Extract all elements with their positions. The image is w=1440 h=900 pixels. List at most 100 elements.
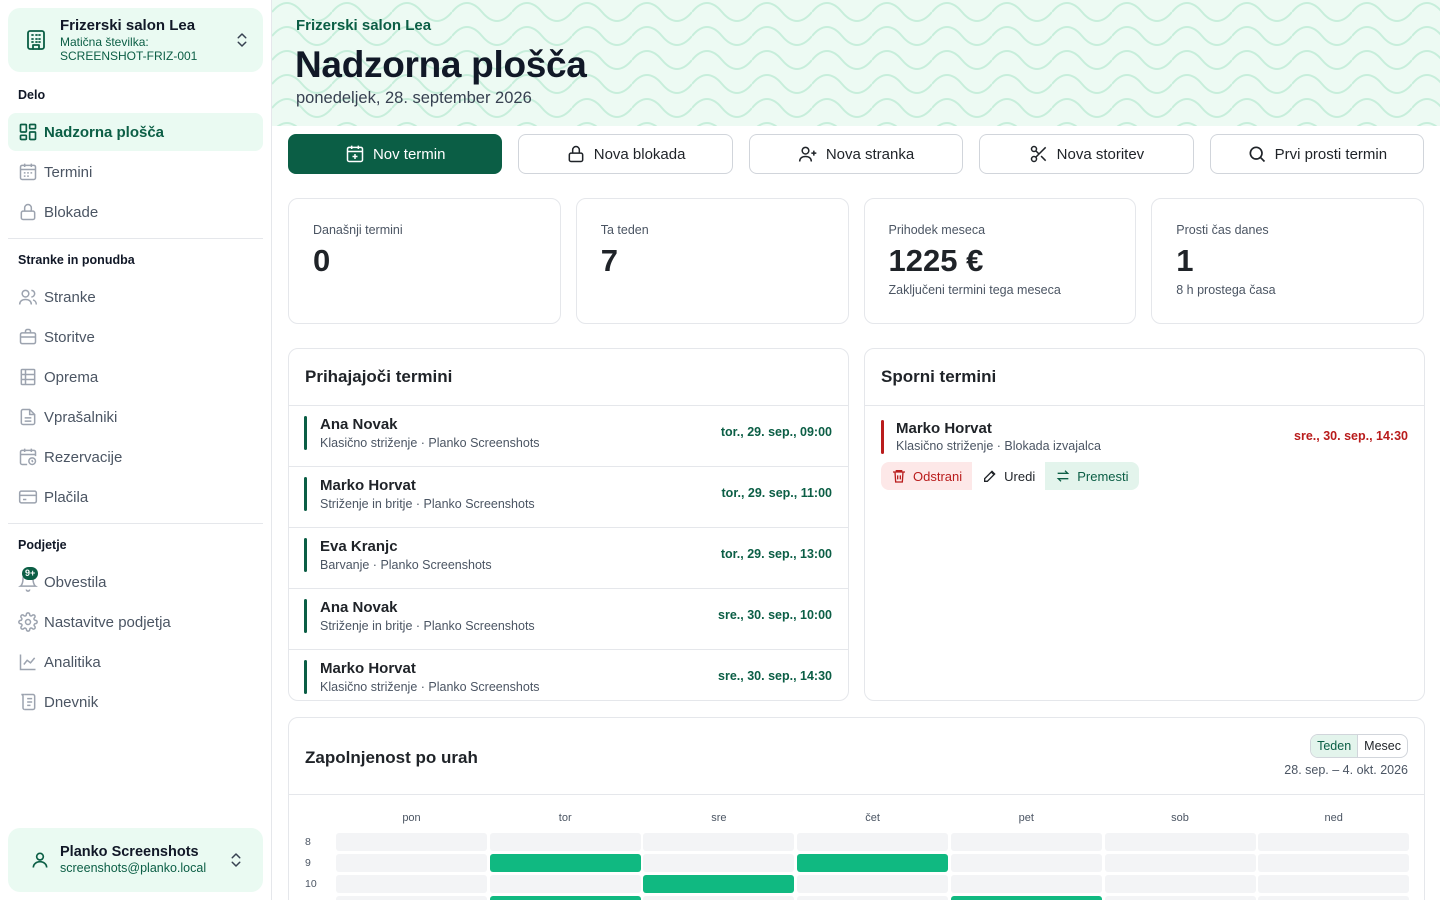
sidebar-item-payments[interactable]: Plačila — [8, 478, 263, 516]
day-label: čet — [865, 812, 880, 824]
building-icon — [27, 30, 45, 50]
toggle-week[interactable]: Teden — [1311, 735, 1358, 757]
sidebar: Frizerski salon Lea Matična številka: SC… — [0, 0, 272, 900]
calendar-plus-icon — [346, 145, 364, 163]
hour-label: 10 — [305, 878, 317, 890]
credit-card-icon — [18, 490, 38, 504]
stats-row: Današnji termini 0 Ta teden 7 Prihodek m… — [288, 198, 1424, 324]
sidebar-item-blocks[interactable]: Blokade — [8, 193, 263, 231]
heatmap-cell — [1258, 833, 1410, 851]
button-label: Nova blokada — [593, 145, 686, 163]
sidebar-item-label: Plačila — [44, 488, 89, 506]
user-menu[interactable]: Planko Screenshots screenshots@planko.lo… — [8, 828, 263, 892]
dispute-actions: Odstrani Uredi Premesti — [881, 462, 1139, 490]
calendar-icon — [19, 163, 37, 181]
accent-bar — [304, 477, 307, 511]
toggle-month[interactable]: Mesec — [1357, 735, 1407, 757]
sidebar-item-company-settings[interactable]: Nastavitve podjetja — [8, 603, 263, 641]
stat-card-free-time: Prosti čas danes 1 8 h prostega časa — [1151, 198, 1424, 324]
lock-icon — [20, 203, 36, 221]
appointment-time: tor., 29. sep., 09:00 — [720, 425, 832, 439]
sidebar-item-label: Termini — [44, 163, 93, 181]
organization-reg-label: Matična številka: — [60, 34, 149, 49]
list-item[interactable]: Marko Horvat Klasično striženje · Planko… — [289, 650, 848, 700]
first-free-slot-button[interactable]: Prvi prosti termin — [1209, 134, 1425, 174]
list-item[interactable]: Marko Horvat Striženje in britje · Plank… — [289, 467, 848, 528]
appointment-time: sre., 30. sep., 10:00 — [718, 608, 832, 622]
client-name: Marko Horvat — [320, 660, 416, 677]
client-name: Marko Horvat — [896, 420, 992, 437]
sidebar-item-clients[interactable]: Stranke — [8, 278, 263, 316]
occupancy-panel: Zapolnjenost po urah Teden Mesec 28. sep… — [288, 717, 1425, 900]
nav-section-company: Podjetje — [18, 538, 67, 552]
edit-button[interactable]: Uredi — [972, 462, 1046, 490]
sidebar-item-label: Stranke — [44, 288, 96, 306]
button-label: Premesti — [1077, 468, 1129, 484]
new-client-button[interactable]: Nova stranka — [748, 134, 964, 174]
quick-actions: Nov termin Nova blokada Nova stranka Nov… — [288, 134, 1425, 174]
accent-bar — [304, 538, 307, 572]
move-button[interactable]: Premesti — [1045, 462, 1139, 490]
list-item[interactable]: Eva Kranjc Barvanje · Planko Screenshots… — [289, 528, 848, 589]
hour-label: 8 — [305, 836, 311, 848]
heatmap-cell — [1104, 833, 1256, 851]
sidebar-item-label: Storitve — [44, 328, 95, 346]
page-header: Frizerski salon Lea Nadzorna plošča pone… — [272, 0, 1440, 126]
new-block-button[interactable]: Nova blokada — [518, 134, 733, 174]
heatmap-cell — [1258, 896, 1410, 900]
trash-icon — [893, 470, 905, 483]
sidebar-item-services[interactable]: Storitve — [8, 318, 263, 356]
panel-title: Zapolnjenost po urah — [305, 748, 478, 767]
appointment-detail: Striženje in britje · Planko Screenshots — [320, 619, 535, 633]
sidebar-item-label: Analitika — [44, 653, 101, 671]
sidebar-item-notifications[interactable]: 9+ Obvestila — [8, 563, 263, 601]
sidebar-item-label: Blokade — [44, 203, 99, 221]
hour-label: 9 — [305, 857, 311, 869]
nav-section-clients: Stranke in ponudba — [18, 253, 135, 267]
heatmap-cell — [643, 854, 795, 872]
stat-card-revenue: Prihodek meseca 1225 € Zaključeni termin… — [863, 198, 1137, 324]
organization-reg-value: SCREENSHOT-FRIZ-001 — [60, 49, 198, 63]
organization-name: Frizerski salon Lea — [60, 16, 196, 34]
period-toggle: Teden Mesec — [1310, 734, 1408, 758]
list-item[interactable]: Ana Novak Striženje in britje · Planko S… — [289, 589, 848, 650]
heatmap-cell — [950, 833, 1102, 851]
accent-bar — [304, 660, 307, 694]
page-title: Nadzorna plošča — [295, 44, 587, 85]
heatmap-cell — [336, 854, 487, 872]
list-item[interactable]: Ana Novak Klasično striženje · Planko Sc… — [289, 406, 848, 467]
stat-label: Prosti čas danes — [1176, 223, 1269, 237]
nav-divider — [8, 238, 263, 239]
date-range: 28. sep. – 4. okt. 2026 — [1284, 763, 1408, 777]
client-name: Ana Novak — [320, 416, 398, 433]
sidebar-item-questionnaires[interactable]: Vprašalniki — [8, 398, 263, 436]
sidebar-item-log[interactable]: Dnevnik — [8, 683, 263, 721]
sidebar-item-dashboard[interactable]: Nadzorna plošča — [8, 113, 263, 151]
appointment-time: sre., 30. sep., 14:30 — [718, 669, 832, 683]
heatmap-cell — [797, 896, 949, 900]
heatmap-cell-busy — [489, 854, 641, 872]
sidebar-item-label: Dnevnik — [44, 693, 99, 711]
heatmap-cell — [1104, 875, 1256, 893]
stat-value: 0 — [313, 243, 331, 278]
sidebar-item-analytics[interactable]: Analitika — [8, 643, 263, 681]
sidebar-item-appointments[interactable]: Termini — [8, 153, 263, 191]
heatmap-cell — [1258, 875, 1410, 893]
sidebar-item-equipment[interactable]: Oprema — [8, 358, 263, 396]
panel-title: Prihajajoči termini — [289, 349, 848, 406]
new-service-button[interactable]: Nova storitev — [979, 134, 1194, 174]
organization-switcher[interactable]: Frizerski salon Lea Matična številka: SC… — [8, 8, 263, 72]
client-name: Eva Kranjc — [320, 538, 398, 555]
heatmap-cell — [797, 833, 949, 851]
new-appointment-button[interactable]: Nov termin — [288, 134, 503, 174]
delete-button[interactable]: Odstrani — [881, 462, 973, 490]
sidebar-item-label: Rezervacije — [44, 448, 123, 466]
day-label: sre — [711, 812, 727, 824]
document-icon — [20, 408, 36, 426]
appointment-detail: Klasično striženje · Planko Screenshots — [320, 436, 540, 450]
sidebar-item-reservations[interactable]: Rezervacije — [8, 438, 263, 476]
salon-name: Frizerski salon Lea — [296, 17, 432, 34]
notification-badge: 9+ — [22, 567, 39, 580]
heatmap-cell-busy — [950, 896, 1102, 900]
lock-icon — [568, 145, 584, 163]
